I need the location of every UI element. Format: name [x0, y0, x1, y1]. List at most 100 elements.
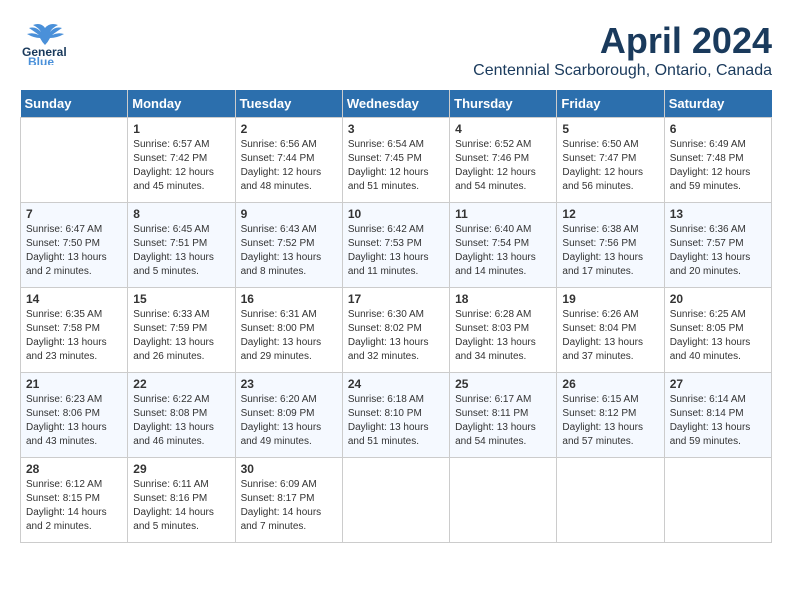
calendar-cell: 15 Sunrise: 6:33 AM Sunset: 7:59 PM Dayli… [128, 288, 235, 373]
day-number: 16 [241, 292, 337, 306]
calendar-cell: 2Sunrise: 6:56 AM Sunset: 7:44 PM Daylig… [235, 118, 342, 203]
calendar-cell: 7 Sunrise: 6:47 AM Sunset: 7:50 PM Daylig… [21, 203, 128, 288]
calendar-subtitle: Centennial Scarborough, Ontario, Canada [473, 62, 772, 80]
day-number: 29 [133, 462, 229, 476]
day-number: 8 [133, 207, 229, 221]
calendar-cell: 16 Sunrise: 6:31 AM Sunset: 8:00 PM Dayli… [235, 288, 342, 373]
day-number: 11 [455, 207, 551, 221]
day-number: 14 [26, 292, 122, 306]
day-number: 28 [26, 462, 122, 476]
day-info: Sunrise: 6:12 AM Sunset: 8:15 PM Dayligh… [26, 478, 122, 534]
calendar-cell: 28 Sunrise: 6:12 AM Sunset: 8:15 PM Dayli… [21, 458, 128, 543]
calendar-cell: 27 Sunrise: 6:14 AM Sunset: 8:14 PM Dayli… [664, 373, 771, 458]
day-info: Sunrise: 6:47 AM Sunset: 7:50 PM Dayligh… [26, 223, 122, 279]
day-info: Sunrise: 6:25 AM Sunset: 8:05 PM Dayligh… [670, 308, 766, 364]
day-info: Sunrise: 6:49 AM Sunset: 7:48 PM Dayligh… [670, 138, 766, 194]
day-info: Sunrise: 6:28 AM Sunset: 8:03 PM Dayligh… [455, 308, 551, 364]
calendar-cell: 6 Sunrise: 6:49 AM Sunset: 7:48 PM Daylig… [664, 118, 771, 203]
day-info: Sunrise: 6:36 AM Sunset: 7:57 PM Dayligh… [670, 223, 766, 279]
day-number: 12 [562, 207, 658, 221]
calendar-cell: 21Sunrise: 6:23 AM Sunset: 8:06 PM Dayli… [21, 373, 128, 458]
calendar-cell [450, 458, 557, 543]
day-number: 30 [241, 462, 337, 476]
day-number: 20 [670, 292, 766, 306]
day-number: 22 [133, 377, 229, 391]
day-info: Sunrise: 6:38 AM Sunset: 7:56 PM Dayligh… [562, 223, 658, 279]
day-info: Sunrise: 6:23 AM Sunset: 8:06 PM Dayligh… [26, 393, 122, 449]
day-info: Sunrise: 6:54 AM Sunset: 7:45 PM Dayligh… [348, 138, 444, 194]
day-info: Sunrise: 6:42 AM Sunset: 7:53 PM Dayligh… [348, 223, 444, 279]
calendar-cell: 18Sunrise: 6:28 AM Sunset: 8:03 PM Dayli… [450, 288, 557, 373]
day-number: 2 [241, 122, 337, 136]
calendar-cell: 13 Sunrise: 6:36 AM Sunset: 7:57 PM Dayli… [664, 203, 771, 288]
svg-text:Blue: Blue [28, 55, 54, 65]
calendar-cell: 9Sunrise: 6:43 AM Sunset: 7:52 PM Daylig… [235, 203, 342, 288]
day-info: Sunrise: 6:30 AM Sunset: 8:02 PM Dayligh… [348, 308, 444, 364]
week-row-2: 7 Sunrise: 6:47 AM Sunset: 7:50 PM Daylig… [21, 203, 772, 288]
calendar-cell: 5 Sunrise: 6:50 AM Sunset: 7:47 PM Daylig… [557, 118, 664, 203]
logo: General Blue [20, 20, 72, 65]
col-sunday: Sunday [21, 90, 128, 118]
day-number: 10 [348, 207, 444, 221]
day-info: Sunrise: 6:26 AM Sunset: 8:04 PM Dayligh… [562, 308, 658, 364]
calendar-cell: 10 Sunrise: 6:42 AM Sunset: 7:53 PM Dayli… [342, 203, 449, 288]
day-info: Sunrise: 6:43 AM Sunset: 7:52 PM Dayligh… [241, 223, 337, 279]
day-number: 15 [133, 292, 229, 306]
calendar-cell [664, 458, 771, 543]
calendar-title: April 2024 [473, 20, 772, 62]
calendar-cell: 20 Sunrise: 6:25 AM Sunset: 8:05 PM Dayli… [664, 288, 771, 373]
col-tuesday: Tuesday [235, 90, 342, 118]
col-thursday: Thursday [450, 90, 557, 118]
page-header: General Blue April 2024 Centennial Scarb… [20, 20, 772, 80]
calendar-table: Sunday Monday Tuesday Wednesday Thursday… [20, 90, 772, 543]
day-info: Sunrise: 6:14 AM Sunset: 8:14 PM Dayligh… [670, 393, 766, 449]
calendar-cell: 12 Sunrise: 6:38 AM Sunset: 7:56 PM Dayli… [557, 203, 664, 288]
col-friday: Friday [557, 90, 664, 118]
calendar-cell: 24 Sunrise: 6:18 AM Sunset: 8:10 PM Dayli… [342, 373, 449, 458]
day-number: 6 [670, 122, 766, 136]
day-info: Sunrise: 6:33 AM Sunset: 7:59 PM Dayligh… [133, 308, 229, 364]
day-number: 27 [670, 377, 766, 391]
day-info: Sunrise: 6:20 AM Sunset: 8:09 PM Dayligh… [241, 393, 337, 449]
logo-icon: General Blue [20, 20, 70, 65]
calendar-cell: 25 Sunrise: 6:17 AM Sunset: 8:11 PM Dayli… [450, 373, 557, 458]
calendar-cell: 4Sunrise: 6:52 AM Sunset: 7:46 PM Daylig… [450, 118, 557, 203]
day-info: Sunrise: 6:17 AM Sunset: 8:11 PM Dayligh… [455, 393, 551, 449]
day-info: Sunrise: 6:22 AM Sunset: 8:08 PM Dayligh… [133, 393, 229, 449]
calendar-cell: 19 Sunrise: 6:26 AM Sunset: 8:04 PM Dayli… [557, 288, 664, 373]
col-saturday: Saturday [664, 90, 771, 118]
calendar-cell: 1 Sunrise: 6:57 AM Sunset: 7:42 PM Daylig… [128, 118, 235, 203]
header-row: Sunday Monday Tuesday Wednesday Thursday… [21, 90, 772, 118]
day-info: Sunrise: 6:11 AM Sunset: 8:16 PM Dayligh… [133, 478, 229, 534]
day-number: 25 [455, 377, 551, 391]
col-monday: Monday [128, 90, 235, 118]
calendar-cell: 23 Sunrise: 6:20 AM Sunset: 8:09 PM Dayli… [235, 373, 342, 458]
day-number: 17 [348, 292, 444, 306]
calendar-cell: 8Sunrise: 6:45 AM Sunset: 7:51 PM Daylig… [128, 203, 235, 288]
day-info: Sunrise: 6:31 AM Sunset: 8:00 PM Dayligh… [241, 308, 337, 364]
calendar-cell [557, 458, 664, 543]
calendar-cell: 11 Sunrise: 6:40 AM Sunset: 7:54 PM Dayli… [450, 203, 557, 288]
calendar-cell [342, 458, 449, 543]
day-number: 19 [562, 292, 658, 306]
col-wednesday: Wednesday [342, 90, 449, 118]
day-info: Sunrise: 6:52 AM Sunset: 7:46 PM Dayligh… [455, 138, 551, 194]
day-number: 1 [133, 122, 229, 136]
day-info: Sunrise: 6:18 AM Sunset: 8:10 PM Dayligh… [348, 393, 444, 449]
day-info: Sunrise: 6:15 AM Sunset: 8:12 PM Dayligh… [562, 393, 658, 449]
calendar-cell: 30Sunrise: 6:09 AM Sunset: 8:17 PM Dayli… [235, 458, 342, 543]
day-number: 3 [348, 122, 444, 136]
day-info: Sunrise: 6:35 AM Sunset: 7:58 PM Dayligh… [26, 308, 122, 364]
day-info: Sunrise: 6:40 AM Sunset: 7:54 PM Dayligh… [455, 223, 551, 279]
week-row-4: 21Sunrise: 6:23 AM Sunset: 8:06 PM Dayli… [21, 373, 772, 458]
day-info: Sunrise: 6:57 AM Sunset: 7:42 PM Dayligh… [133, 138, 229, 194]
day-number: 5 [562, 122, 658, 136]
day-number: 13 [670, 207, 766, 221]
calendar-cell [21, 118, 128, 203]
calendar-cell: 22 Sunrise: 6:22 AM Sunset: 8:08 PM Dayli… [128, 373, 235, 458]
week-row-5: 28 Sunrise: 6:12 AM Sunset: 8:15 PM Dayli… [21, 458, 772, 543]
day-info: Sunrise: 6:50 AM Sunset: 7:47 PM Dayligh… [562, 138, 658, 194]
day-number: 23 [241, 377, 337, 391]
day-number: 7 [26, 207, 122, 221]
day-number: 24 [348, 377, 444, 391]
